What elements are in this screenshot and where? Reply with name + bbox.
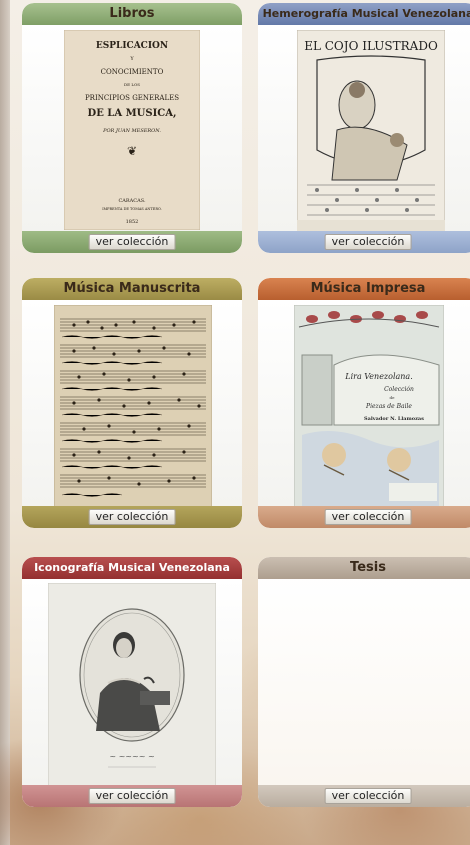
ver-coleccion-button[interactable]: ver colección <box>324 234 412 250</box>
card-title: Libros <box>22 3 242 25</box>
cover-line: ESPLICACION <box>96 41 168 51</box>
svg-text:~ ~~~~ ~: ~ ~~~~ ~ <box>109 752 154 761</box>
ver-coleccion-button[interactable]: ver colección <box>88 788 176 804</box>
card-title: Tesis <box>258 557 470 579</box>
card-title: Música Impresa <box>258 278 470 300</box>
book-cover-thumbnail[interactable]: ESPLICACION Y CONOCIMIENTO DE LOS PRINCI… <box>64 30 200 230</box>
card-footer: ver colección <box>22 785 242 807</box>
collection-card-tesis: Tesis ver colección <box>258 557 470 807</box>
card-body-empty <box>258 579 470 785</box>
card-footer: ver colección <box>22 506 242 528</box>
collection-card-libros: Libros ESPLICACION Y CONOCIMIENTO DE LOS… <box>22 3 242 253</box>
svg-text:PRINCIPIOS GENERALES: PRINCIPIOS GENERALES <box>85 94 179 102</box>
collection-card-musica-impresa: Música Impresa Lira Venezolana. Colecció… <box>258 278 470 528</box>
card-title: Iconografía Musical Venezolana <box>22 557 242 579</box>
ver-coleccion-button[interactable]: ver colección <box>324 509 412 525</box>
svg-text:DE LA MUSICA,: DE LA MUSICA, <box>88 108 177 119</box>
card-body: ESPLICACION Y CONOCIMIENTO DE LOS PRINCI… <box>22 25 242 231</box>
card-body <box>22 300 242 507</box>
card-footer: ver colección <box>258 506 470 528</box>
portrait-engraving-thumbnail[interactable]: ~ ~~~~ ~ <box>48 583 216 787</box>
svg-text:Y: Y <box>129 56 134 62</box>
svg-text:DE LOS: DE LOS <box>124 82 140 87</box>
collection-card-iconografia: Iconografía Musical Venezolana ~ ~~~~ ~ … <box>22 557 242 807</box>
manuscript-thumbnail[interactable] <box>54 305 212 507</box>
svg-text:❦: ❦ <box>127 144 137 158</box>
card-title: Hemerografía Musical Venezolana <box>258 3 470 25</box>
svg-text:Colección: Colección <box>384 386 414 393</box>
ver-coleccion-button[interactable]: ver colección <box>88 509 176 525</box>
svg-text:Salvador N. Llamozas: Salvador N. Llamozas <box>364 416 424 422</box>
card-footer: ver colección <box>22 231 242 253</box>
collection-card-hemerografia: Hemerografía Musical Venezolana EL COJO … <box>258 3 470 253</box>
ver-coleccion-button[interactable]: ver colección <box>324 788 412 804</box>
svg-text:CARACAS.: CARACAS. <box>118 198 145 204</box>
card-body: ~ ~~~~ ~ <box>22 579 242 787</box>
ver-coleccion-button[interactable]: ver colección <box>88 234 176 250</box>
svg-text:de: de <box>390 395 396 400</box>
card-body: Lira Venezolana. Colección de Piezas de … <box>258 300 470 507</box>
svg-text:Piezas de Baile: Piezas de Baile <box>365 403 412 410</box>
svg-text:CONOCIMIENTO: CONOCIMIENTO <box>101 68 164 76</box>
card-footer: ver colección <box>258 231 470 253</box>
svg-text:Lira Venezolana.: Lira Venezolana. <box>344 372 413 381</box>
magazine-title: EL COJO ILUSTRADO <box>304 39 438 53</box>
svg-text:1852: 1852 <box>126 219 139 225</box>
magazine-cover-thumbnail[interactable]: EL COJO ILUSTRADO <box>297 30 445 232</box>
card-title: Música Manuscrita <box>22 278 242 300</box>
printed-music-cover-thumbnail[interactable]: Lira Venezolana. Colección de Piezas de … <box>294 305 444 507</box>
svg-text:POR JUAN MESERON.: POR JUAN MESERON. <box>102 128 161 134</box>
card-body: EL COJO ILUSTRADO <box>258 25 470 232</box>
collection-card-musica-manuscrita: Música Manuscrita ver colección <box>22 278 242 528</box>
card-footer: ver colección <box>258 785 470 807</box>
svg-text:IMPRENTA DE TOMAS ANTERO.: IMPRENTA DE TOMAS ANTERO. <box>102 207 162 211</box>
